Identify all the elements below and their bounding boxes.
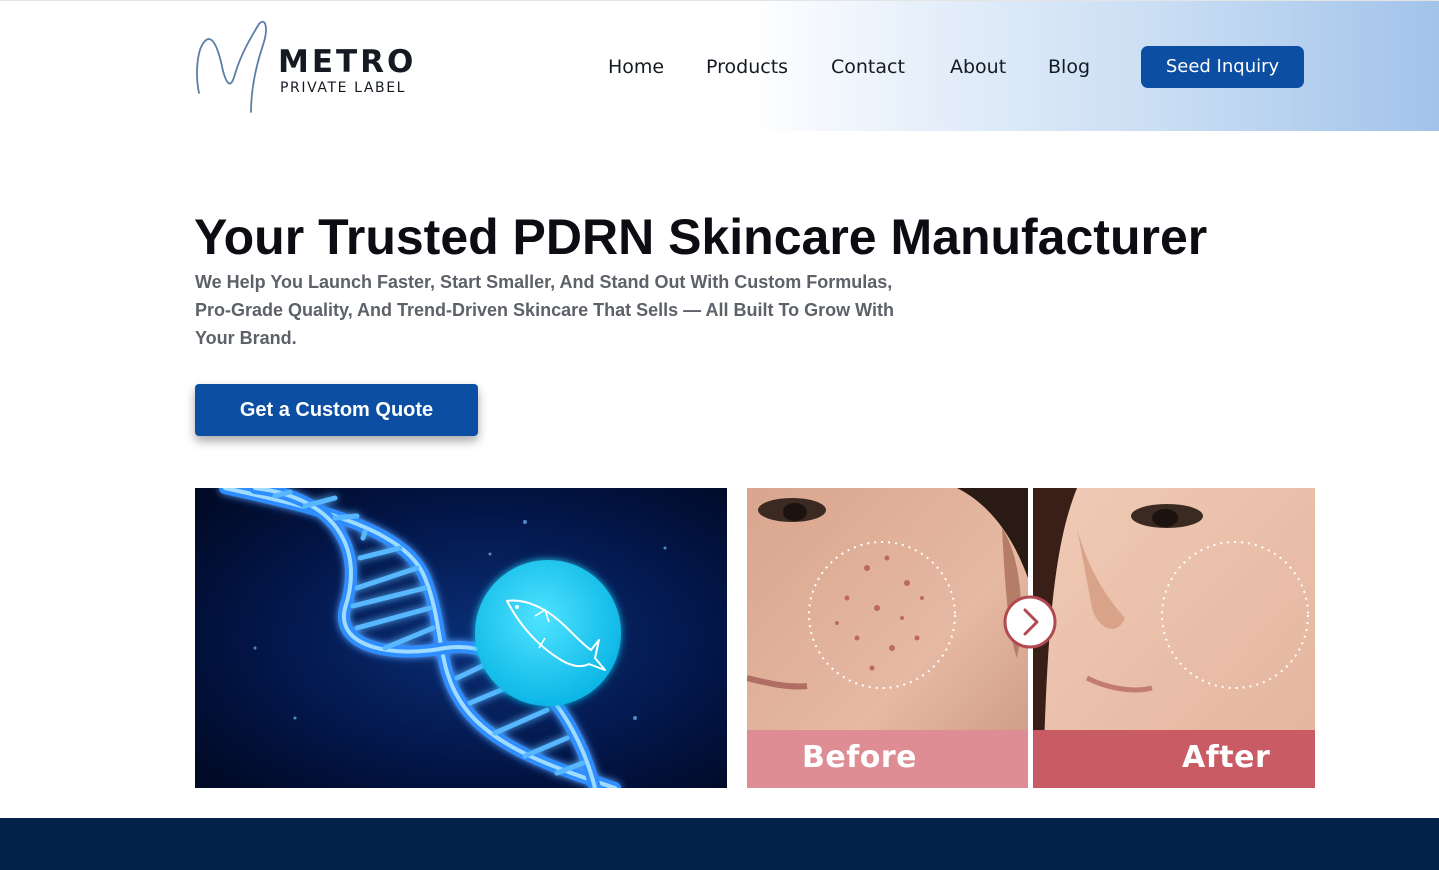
hero-subtitle: We Help You Launch Faster, Start Smaller… — [195, 268, 925, 352]
hero-subtitle-line: Pro-Grade Quality, And Trend-Driven Skin… — [195, 300, 894, 320]
after-label: After — [1182, 740, 1271, 775]
brand-tagline: PRIVATE LABEL — [280, 80, 407, 96]
dna-illustration — [195, 488, 727, 788]
nav-item-home[interactable]: Home — [608, 53, 664, 81]
nav-item-products[interactable]: Products — [706, 53, 788, 81]
hero-subtitle-line: We Help You Launch Faster, Start Smaller… — [195, 272, 893, 292]
dna-helix-image — [195, 488, 727, 788]
seed-inquiry-button[interactable]: Seed Inquiry — [1141, 46, 1304, 88]
hero-subtitle-line: Your Brand. — [195, 328, 297, 348]
footer-band — [0, 818, 1439, 870]
nav-item-contact[interactable]: Contact — [831, 53, 905, 81]
brand-logo[interactable]: METRO PRIVATE LABEL — [193, 19, 438, 114]
fish-icon — [475, 560, 621, 706]
site-header: METRO PRIVATE LABEL Home Products Contac… — [0, 0, 1439, 131]
chevron-right-icon[interactable] — [1003, 595, 1057, 649]
before-label: Before — [802, 740, 918, 775]
hero-title: Your Trusted PDRN Skincare Manufacturer — [194, 209, 1208, 265]
custom-quote-button[interactable]: Get a Custom Quote — [195, 384, 478, 436]
brand-name: METRO — [278, 44, 417, 80]
logo-m-icon — [196, 20, 267, 113]
nav-item-about[interactable]: About — [950, 53, 1006, 81]
nav-item-blog[interactable]: Blog — [1048, 53, 1090, 81]
